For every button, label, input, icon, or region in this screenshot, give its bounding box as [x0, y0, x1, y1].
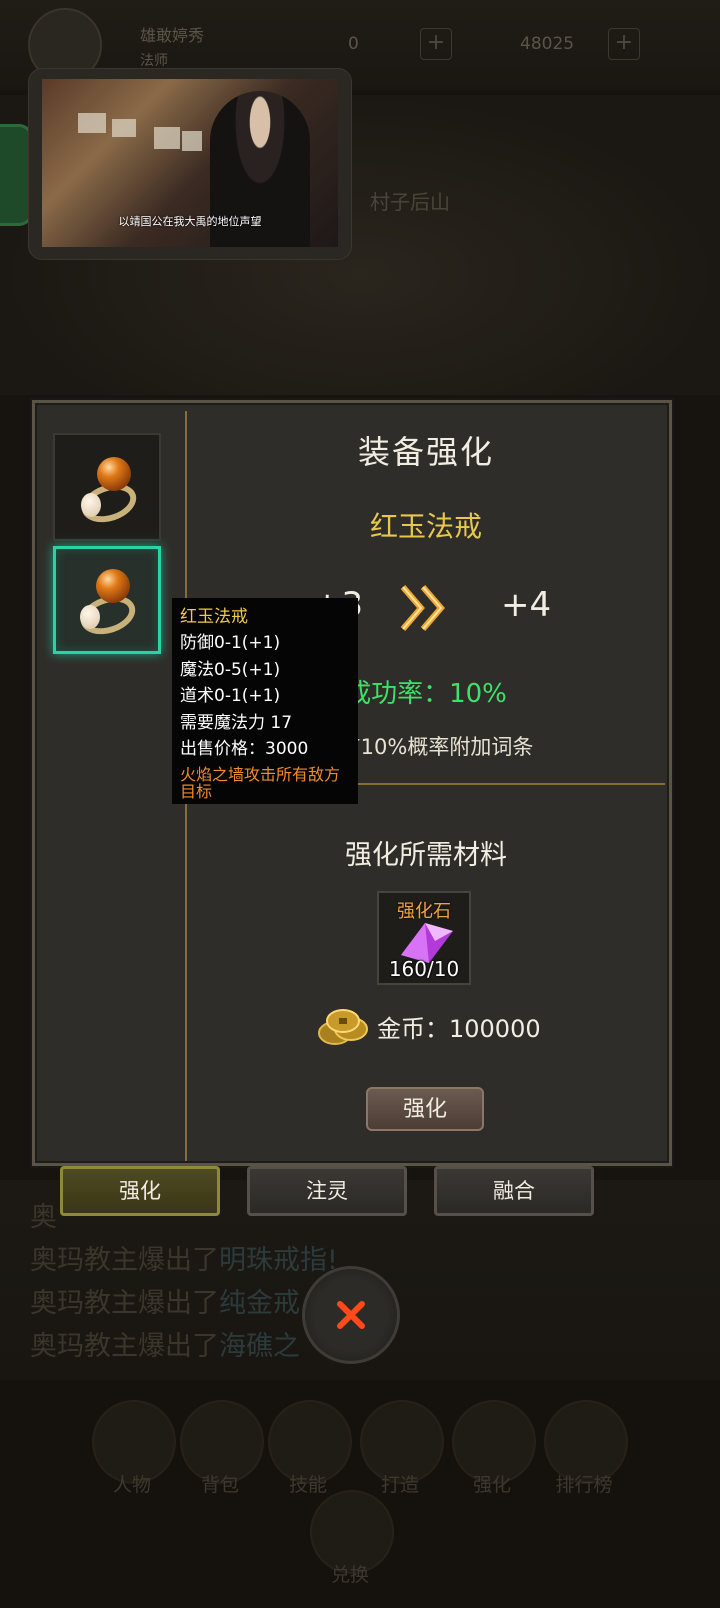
tooltip-item-name: 红玉法戒: [180, 607, 248, 627]
equipment-slot[interactable]: [53, 433, 161, 541]
map-label: 村子后山: [370, 190, 450, 214]
player-class: 法师: [140, 53, 168, 69]
item-name: 红玉法戒: [369, 510, 482, 543]
gold-cost: 金币：100000: [377, 1015, 541, 1043]
enhance-stone-slot[interactable]: 强化石 160/10: [377, 891, 471, 985]
tooltip-stat-line: 道术0-1(+1): [180, 686, 281, 707]
player-name: 雄敢婷秀: [140, 26, 205, 45]
add-currency-b-button: +: [608, 28, 640, 60]
dialog-title: 装备强化: [357, 433, 494, 471]
tooltip-stat-line: 需要魔法力 17: [180, 712, 293, 733]
close-icon: [337, 1301, 365, 1329]
close-button[interactable]: [302, 1266, 400, 1364]
tab-fusion[interactable]: 融合: [434, 1166, 594, 1216]
double-chevron-right-icon: [400, 585, 445, 631]
tooltip-stat-line: 防御0-1(+1): [180, 633, 281, 654]
tab-enhance[interactable]: 强化: [60, 1166, 220, 1216]
gold-coin-icon: [318, 1009, 368, 1045]
tooltip-effect: 火焰之墙攻击所有敌方目标: [180, 765, 341, 802]
stone-label: 强化石: [397, 901, 451, 922]
nav-ranking-label: 排行榜: [555, 1474, 613, 1496]
nav-forge-label: 打造: [380, 1474, 419, 1496]
ring-icon: [76, 455, 142, 529]
currency-a-value: 0: [348, 34, 359, 54]
nav-exchange-label: 兑换: [330, 1564, 369, 1586]
video-frame: 以靖国公在我大禹的地位声望: [42, 79, 338, 247]
log-line: 奥玛教主爆出了明珠戒指!: [30, 1245, 338, 1276]
currency-b-value: 48025: [520, 34, 575, 54]
log-line: 奥玛教主爆出了海礁之: [30, 1331, 300, 1362]
nav-bag-label: 背包: [200, 1474, 239, 1496]
log-line: 奥: [30, 1202, 57, 1233]
item-tooltip: 红玉法戒 防御0-1(+1) 魔法0-5(+1) 道术0-1(+1) 需要魔法力…: [172, 598, 358, 804]
video-player[interactable]: 以靖国公在我大禹的地位声望: [28, 68, 352, 260]
video-window-shape: [154, 127, 180, 149]
equipment-slot-selected[interactable]: [53, 546, 161, 654]
enhance-button[interactable]: 强化: [366, 1087, 484, 1131]
ring-icon: [75, 567, 141, 641]
stone-count: 160/10: [388, 957, 460, 981]
level-to: +4: [501, 585, 552, 625]
tooltip-stat-line: 魔法0-5(+1): [180, 659, 281, 680]
video-window-shape: [78, 113, 106, 133]
tab-infuse[interactable]: 注灵: [247, 1166, 407, 1216]
tooltip-stat-line: 出售价格：3000: [180, 739, 309, 760]
materials-title: 强化所需材料: [345, 840, 507, 871]
video-window-shape: [112, 119, 136, 137]
nav-character-label: 人物: [112, 1474, 151, 1496]
log-line: 奥玛教主爆出了纯金戒: [30, 1288, 300, 1319]
add-currency-a-button: +: [420, 28, 452, 60]
nav-enhance-label: 强化: [472, 1474, 511, 1496]
video-subtitle: 以靖国公在我大禹的地位声望: [118, 215, 262, 228]
video-window-shape: [182, 131, 202, 151]
